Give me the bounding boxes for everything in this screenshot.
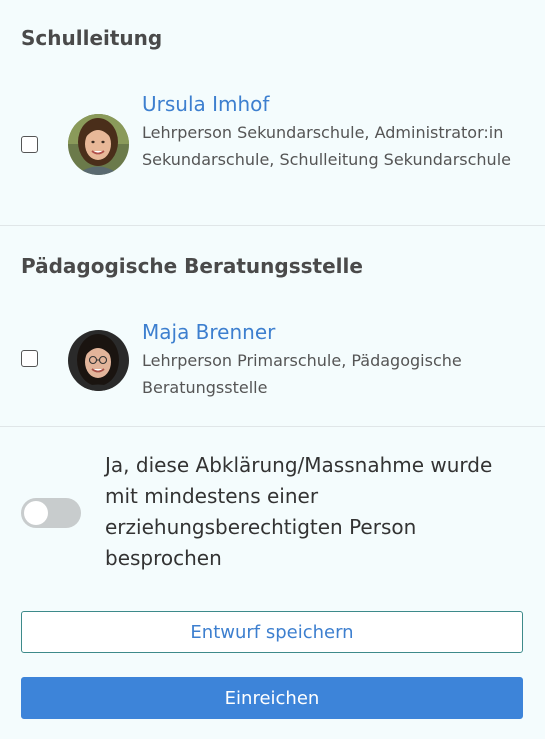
section-title: Pädagogische Beratungsstelle [21, 254, 363, 278]
submit-button[interactable]: Einreichen [21, 677, 523, 719]
avatar [68, 114, 129, 175]
divider [0, 426, 545, 427]
person-name-link[interactable]: Ursula Imhof [142, 92, 269, 116]
person-name-link[interactable]: Maja Brenner [142, 320, 275, 344]
toggle-knob [24, 501, 48, 525]
section-title: Schulleitung [21, 26, 163, 50]
person-roles: Lehrperson Primarschule, Pädagogische Be… [142, 351, 462, 397]
divider [0, 225, 545, 226]
consent-toggle[interactable] [21, 498, 81, 528]
person-roles: Lehrperson Sekundarschule, Administrator… [142, 123, 511, 169]
avatar [68, 330, 129, 391]
select-person-checkbox[interactable] [21, 136, 38, 153]
select-person-checkbox[interactable] [21, 350, 38, 367]
save-draft-button[interactable]: Entwurf speichern [21, 611, 523, 653]
consent-label: Ja, diese Abklärung/Massnahme wurde mit … [105, 453, 493, 570]
